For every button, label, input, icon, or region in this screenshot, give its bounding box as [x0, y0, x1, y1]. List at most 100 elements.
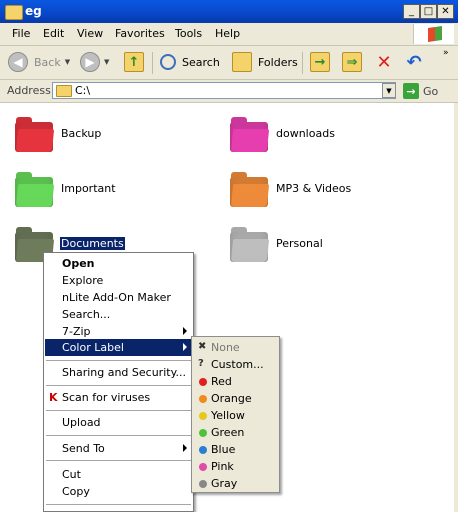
copy-to-button[interactable]: ⇒ [342, 50, 362, 74]
minimize-button[interactable]: _ [403, 4, 420, 19]
folder-personal-label[interactable]: Personal [276, 237, 323, 250]
submenu-item-orange[interactable]: Orange [194, 390, 279, 407]
menu-tools[interactable]: Tools [175, 27, 202, 40]
folder-documents-label[interactable]: Documents [59, 236, 126, 251]
folder-downloads-icon[interactable] [230, 115, 270, 153]
menu-item-copy[interactable]: Copy [45, 483, 193, 500]
menu-item-explore[interactable]: Explore [45, 272, 193, 289]
address-bar: Address C:\ ▼ → Go [0, 80, 458, 103]
go-button[interactable]: → Go [403, 83, 438, 99]
submenu-item-gray[interactable]: Gray [194, 475, 279, 492]
search-icon [160, 54, 176, 70]
red-dot-icon [199, 378, 207, 386]
submenu-item-custom[interactable]: ? Custom... [194, 356, 279, 373]
menu-bar: File Edit View Favorites Tools Help [0, 23, 458, 46]
menu-item-send-to[interactable]: Send To [45, 440, 193, 457]
folder-mp3-videos-icon[interactable] [230, 170, 270, 208]
menu-item-open[interactable]: Open [45, 255, 193, 272]
windows-flag-icon [428, 26, 442, 42]
folders-label: Folders [258, 55, 298, 69]
toolbar-overflow-icon[interactable]: » [443, 48, 449, 58]
explorer-window: eg _ □ ✕ File Edit View Favorites Tools … [0, 0, 458, 512]
submenu-item-blue[interactable]: Blue [194, 441, 279, 458]
menu-item-sharing[interactable]: Sharing and Security... [45, 364, 193, 381]
submenu-arrow-icon [183, 327, 187, 335]
folder-backup-icon[interactable] [15, 115, 55, 153]
yellow-dot-icon [199, 412, 207, 420]
close-button[interactable]: ✕ [437, 4, 454, 19]
orange-dot-icon [199, 395, 207, 403]
menu-item-upload[interactable]: Upload [45, 414, 193, 431]
menu-edit[interactable]: Edit [43, 27, 64, 40]
folder-important-label[interactable]: Important [61, 182, 116, 195]
pink-dot-icon [199, 463, 207, 471]
close-icon: ✖ [198, 341, 207, 352]
blue-dot-icon [199, 446, 207, 454]
forward-arrow-icon: ▶ [80, 52, 100, 72]
copy-to-icon: ⇒ [342, 52, 362, 72]
folders-icon [232, 52, 252, 72]
menu-help[interactable]: Help [215, 27, 240, 40]
submenu-arrow-icon [183, 343, 187, 351]
search-button[interactable]: Search [160, 50, 220, 74]
go-label: Go [423, 84, 439, 98]
folders-button[interactable]: Folders [232, 50, 298, 74]
menu-favorites[interactable]: Favorites [115, 27, 165, 40]
go-arrow-icon: → [403, 83, 419, 99]
kaspersky-k-icon: K [49, 391, 58, 404]
back-arrow-icon: ◀ [8, 52, 28, 72]
menu-file[interactable]: File [12, 27, 30, 40]
submenu-item-none[interactable]: ✖ None [194, 339, 279, 356]
forward-button[interactable]: ▶ ▼ [80, 50, 109, 74]
window-border [454, 103, 458, 512]
toolbar: ◀ Back ▼ ▶ ▼ ↑ Search Folders → ⇒ ✕ ↶ » [0, 46, 458, 80]
up-folder-icon: ↑ [124, 52, 144, 72]
green-dot-icon [199, 429, 207, 437]
menu-divider [46, 460, 191, 461]
submenu-arrow-icon [183, 444, 187, 452]
menu-divider [46, 360, 191, 361]
address-value: C:\ [75, 84, 91, 97]
move-to-button[interactable]: → [310, 50, 330, 74]
menu-item-scan[interactable]: K Scan for viruses [45, 389, 193, 406]
folder-backup-label[interactable]: Backup [61, 127, 101, 140]
folder-icon [56, 85, 72, 97]
menu-item-color-label[interactable]: Color Label [45, 339, 193, 356]
question-icon: ? [198, 358, 204, 369]
folder-icon [5, 5, 23, 20]
submenu-item-pink[interactable]: Pink [194, 458, 279, 475]
menu-item-cut[interactable]: Cut [45, 466, 193, 483]
address-dropdown-button[interactable]: ▼ [382, 83, 396, 98]
window-title: eg [25, 4, 42, 18]
menu-divider [46, 410, 191, 411]
back-button[interactable]: ◀ Back ▼ [8, 50, 70, 74]
maximize-button[interactable]: □ [420, 4, 437, 19]
undo-button[interactable]: ↶ [404, 50, 424, 74]
folder-mp3-videos-label[interactable]: MP3 & Videos [276, 182, 351, 195]
title-bar[interactable]: eg _ □ ✕ [0, 0, 458, 23]
menu-item-nlite[interactable]: nLite Add-On Maker [45, 289, 193, 306]
search-label: Search [182, 55, 220, 69]
delete-button[interactable]: ✕ [374, 50, 394, 74]
submenu-item-green[interactable]: Green [194, 424, 279, 441]
up-button[interactable]: ↑ [124, 50, 144, 74]
color-label-submenu: ✖ None ? Custom... Red Orange Yellow Gre… [191, 336, 280, 493]
menu-divider [46, 385, 191, 386]
toolbar-separator [302, 52, 303, 74]
folder-downloads-label[interactable]: downloads [276, 127, 335, 140]
back-label: Back [34, 55, 61, 69]
menu-item-7zip[interactable]: 7-Zip [45, 323, 193, 340]
delete-icon: ✕ [376, 51, 392, 73]
address-label: Address [7, 84, 51, 97]
submenu-item-yellow[interactable]: Yellow [194, 407, 279, 424]
submenu-item-red[interactable]: Red [194, 373, 279, 390]
menu-item-search[interactable]: Search... [45, 306, 193, 323]
context-menu: Open Explore nLite Add-On Maker Search..… [43, 252, 194, 512]
folder-important-icon[interactable] [15, 170, 55, 208]
menu-divider [46, 504, 191, 505]
toolbar-separator [152, 52, 153, 74]
menu-view[interactable]: View [77, 27, 103, 40]
address-input[interactable]: C:\ [52, 82, 396, 99]
undo-icon: ↶ [406, 51, 422, 73]
folder-personal-icon[interactable] [230, 225, 270, 263]
